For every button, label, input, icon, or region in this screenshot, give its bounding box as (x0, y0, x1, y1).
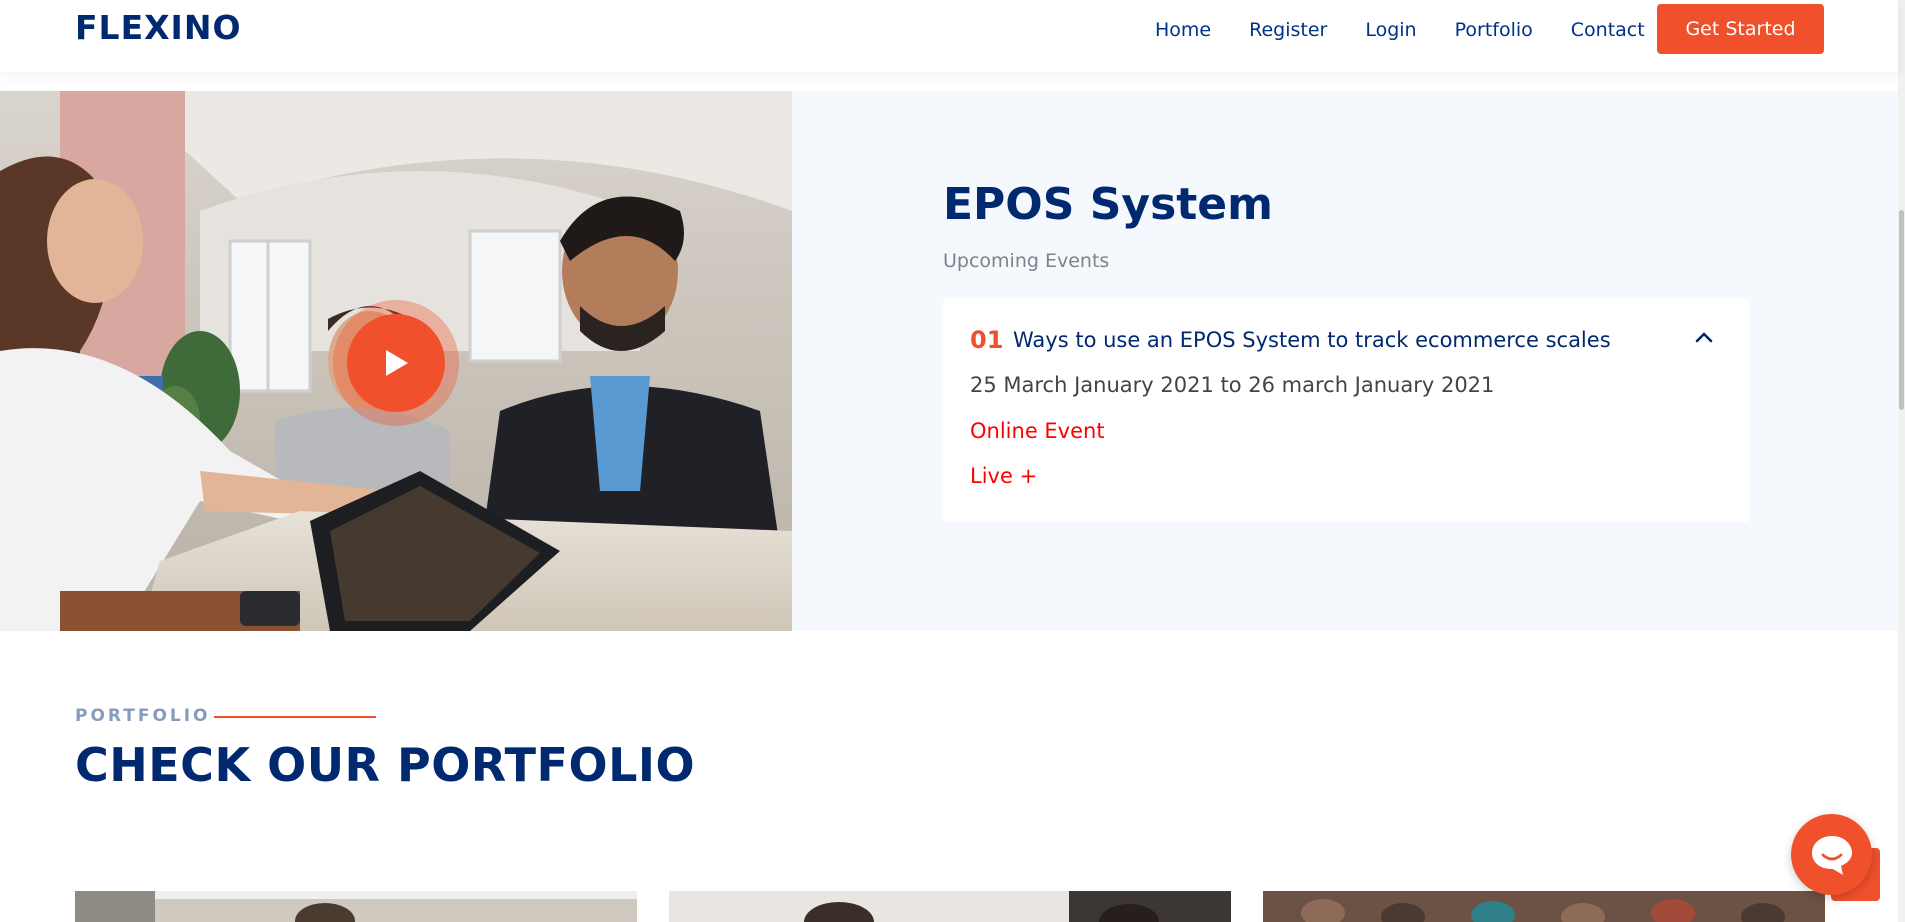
nav-contact[interactable]: Contact (1571, 18, 1645, 42)
chat-icon (1811, 835, 1852, 875)
play-icon (347, 314, 445, 412)
site-logo[interactable]: FLEXINO (75, 8, 242, 47)
event-subheading: Upcoming Events (943, 250, 1110, 272)
nav-login[interactable]: Login (1365, 18, 1416, 42)
event-section: EPOS System Upcoming Events 01 Ways to u… (0, 91, 1898, 631)
event-type: Online Event (970, 419, 1105, 443)
event-dates: 25 March January 2021 to 26 march Januar… (970, 373, 1495, 397)
nav-home[interactable]: Home (1155, 18, 1211, 42)
get-started-button[interactable]: Get Started (1657, 4, 1824, 54)
chat-widget-button[interactable] (1791, 814, 1872, 895)
event-title-toggle[interactable]: Ways to use an EPOS System to track ecom… (1013, 328, 1611, 352)
portfolio-item-3[interactable] (1263, 891, 1825, 922)
event-live-link[interactable]: Live + (970, 464, 1037, 488)
page-scrollbar-thumb[interactable] (1899, 210, 1904, 410)
nav-portfolio[interactable]: Portfolio (1455, 18, 1533, 42)
portfolio-image-3 (1263, 891, 1825, 922)
portfolio-item-1[interactable] (75, 891, 637, 922)
portfolio-image-2 (669, 891, 1231, 922)
portfolio-item-2[interactable] (669, 891, 1231, 922)
event-heading: EPOS System (943, 179, 1273, 230)
portfolio-divider (214, 716, 376, 718)
event-accordion-item: 01 Ways to use an EPOS System to track e… (943, 298, 1749, 522)
event-number: 01 (970, 326, 1004, 354)
site-header: FLEXINO Home Register Login Portfolio Co… (0, 0, 1898, 72)
office-reception-photo (0, 91, 792, 631)
portfolio-heading: CHECK OUR PORTFOLIO (75, 738, 696, 792)
page-scrollbar-track[interactable] (1898, 0, 1905, 922)
main-nav: Home Register Login Portfolio Contact (1155, 18, 1645, 42)
chevron-up-icon[interactable] (1695, 330, 1713, 348)
nav-register[interactable]: Register (1249, 18, 1327, 42)
portfolio-label: PORTFOLIO (75, 706, 211, 726)
portfolio-image-1 (75, 891, 637, 922)
video-play-button[interactable] (333, 300, 459, 426)
